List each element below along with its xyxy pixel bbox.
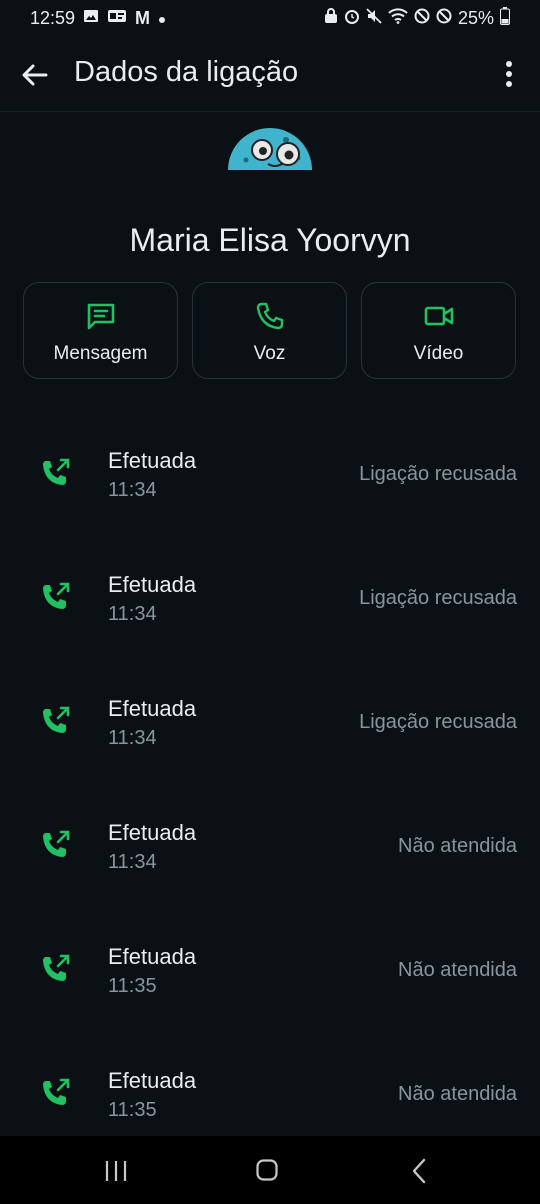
alarm-icon xyxy=(344,8,360,29)
message-button-label: Mensagem xyxy=(53,343,148,364)
outgoing-call-icon xyxy=(40,580,72,612)
call-list-item[interactable]: Efetuada 11:34 Não atendida xyxy=(0,780,540,904)
call-type: Efetuada xyxy=(108,696,197,721)
call-list-item[interactable]: Efetuada 11:35 Não atendida xyxy=(0,904,540,1028)
call-time: 11:34 xyxy=(108,603,157,625)
status-bar: 12:59 M 25% xyxy=(0,0,540,36)
call-type: Efetuada xyxy=(108,572,197,597)
outgoing-call-icon xyxy=(40,456,72,488)
more-vertical-icon[interactable] xyxy=(495,56,523,92)
battery-icon xyxy=(500,6,510,30)
gmail-icon: M xyxy=(135,7,151,28)
call-type: Efetuada xyxy=(108,448,197,473)
voice-call-button[interactable]: Voz xyxy=(192,282,347,379)
arrow-left-icon[interactable] xyxy=(18,58,52,92)
nav-back-icon[interactable] xyxy=(410,1158,428,1184)
outgoing-call-icon xyxy=(40,1076,72,1108)
call-type: Efetuada xyxy=(108,1068,197,1093)
call-status: Ligação recusada xyxy=(359,711,517,733)
call-status: Não atendida xyxy=(398,835,517,857)
call-list-item[interactable]: Efetuada 11:34 Ligação recusada xyxy=(0,532,540,656)
call-list-item[interactable]: Efetuada 11:34 Ligação recusada xyxy=(0,408,540,532)
mute-icon xyxy=(366,7,382,29)
call-time: 11:34 xyxy=(108,727,157,749)
app-bar: Dados da ligação xyxy=(0,36,540,112)
lock-icon xyxy=(324,7,338,29)
system-nav-bar xyxy=(0,1136,540,1204)
block-icon xyxy=(414,8,430,29)
wifi-icon xyxy=(388,7,408,29)
call-type: Efetuada xyxy=(108,820,197,845)
message-icon xyxy=(86,301,116,331)
avatar[interactable] xyxy=(228,128,312,170)
voice-call-button-label: Voz xyxy=(253,343,286,364)
call-status: Ligação recusada xyxy=(359,463,517,485)
video-call-button[interactable]: Vídeo xyxy=(361,282,516,379)
message-button[interactable]: Mensagem xyxy=(23,282,178,379)
card-icon xyxy=(107,8,127,29)
action-buttons: Mensagem Voz Vídeo xyxy=(23,282,517,381)
call-time: 11:34 xyxy=(108,479,157,501)
call-history-list: Efetuada 11:34 Ligação recusada Efetuada… xyxy=(0,408,540,1136)
gallery-icon xyxy=(83,8,99,29)
video-icon xyxy=(424,301,454,331)
page-title: Dados da ligação xyxy=(74,56,299,88)
status-left: 12:59 M xyxy=(30,8,166,29)
status-right: 25% xyxy=(324,6,510,30)
call-status: Não atendida xyxy=(398,959,517,981)
outgoing-call-icon xyxy=(40,952,72,984)
call-list-item[interactable]: Efetuada 11:35 Não atendida xyxy=(0,1028,540,1152)
recents-icon[interactable] xyxy=(104,1160,128,1182)
call-time: 11:34 xyxy=(108,851,157,873)
call-status: Não atendida xyxy=(398,1083,517,1105)
home-icon[interactable] xyxy=(256,1159,278,1181)
battery-percent: 25% xyxy=(457,7,494,28)
contact-name: Maria Elisa Yoorvyn xyxy=(129,222,411,258)
status-time: 12:59 xyxy=(30,7,76,28)
dot-icon xyxy=(158,8,166,29)
call-list-item[interactable]: Efetuada 11:34 Ligação recusada xyxy=(0,656,540,780)
phone-icon xyxy=(255,301,285,331)
video-call-button-label: Vídeo xyxy=(413,343,464,364)
call-type: Efetuada xyxy=(108,944,197,969)
call-status: Ligação recusada xyxy=(359,587,517,609)
outgoing-call-icon xyxy=(40,704,72,736)
call-time: 11:35 xyxy=(108,975,157,997)
block-icon xyxy=(436,8,452,29)
call-time: 11:35 xyxy=(108,1099,157,1121)
outgoing-call-icon xyxy=(40,828,72,860)
